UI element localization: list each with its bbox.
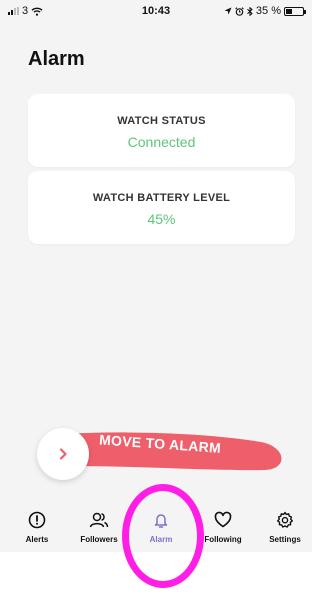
- status-bar: 3 10:43 35 %: [0, 0, 312, 22]
- location-icon: [224, 7, 232, 15]
- tab-alerts[interactable]: Alerts: [6, 508, 68, 552]
- watch-status-label: WATCH STATUS: [117, 115, 206, 127]
- heart-icon: [214, 511, 232, 528]
- screen: 3 10:43 35 % Alarm WATCH STATUS Connecte…: [0, 0, 312, 552]
- move-to-alarm-slider[interactable]: MOVE TO ALARM: [35, 424, 283, 480]
- page-title: Alarm: [28, 48, 85, 70]
- bluetooth-icon: [247, 6, 253, 16]
- watch-battery-value: 45%: [147, 211, 176, 227]
- tab-followers[interactable]: Followers: [68, 508, 130, 552]
- chevron-right-icon: [59, 448, 67, 460]
- status-right: 35 %: [224, 5, 306, 17]
- battery-icon: [284, 6, 306, 16]
- tab-settings-label: Settings: [269, 535, 301, 544]
- alert-circle-icon: [28, 511, 46, 529]
- users-icon: [89, 512, 109, 528]
- slider-knob[interactable]: [37, 428, 89, 480]
- battery-percent: 35 %: [255, 5, 281, 17]
- app: 3 10:43 35 % Alarm WATCH STATUS Connecte…: [0, 0, 312, 594]
- battery-fill: [286, 8, 293, 14]
- tab-settings[interactable]: Settings: [254, 508, 316, 552]
- watch-battery-card: WATCH BATTERY LEVEL 45%: [28, 171, 295, 244]
- tab-followers-label: Followers: [80, 535, 118, 544]
- watch-status-value: Connected: [127, 134, 196, 150]
- highlight-ring-annotation: [122, 484, 204, 588]
- watch-status-card: WATCH STATUS Connected: [28, 94, 295, 167]
- gear-icon: [277, 511, 293, 528]
- watch-battery-label: WATCH BATTERY LEVEL: [92, 192, 231, 204]
- alarm-clock-icon: [235, 6, 244, 16]
- tab-alerts-label: Alerts: [25, 535, 49, 544]
